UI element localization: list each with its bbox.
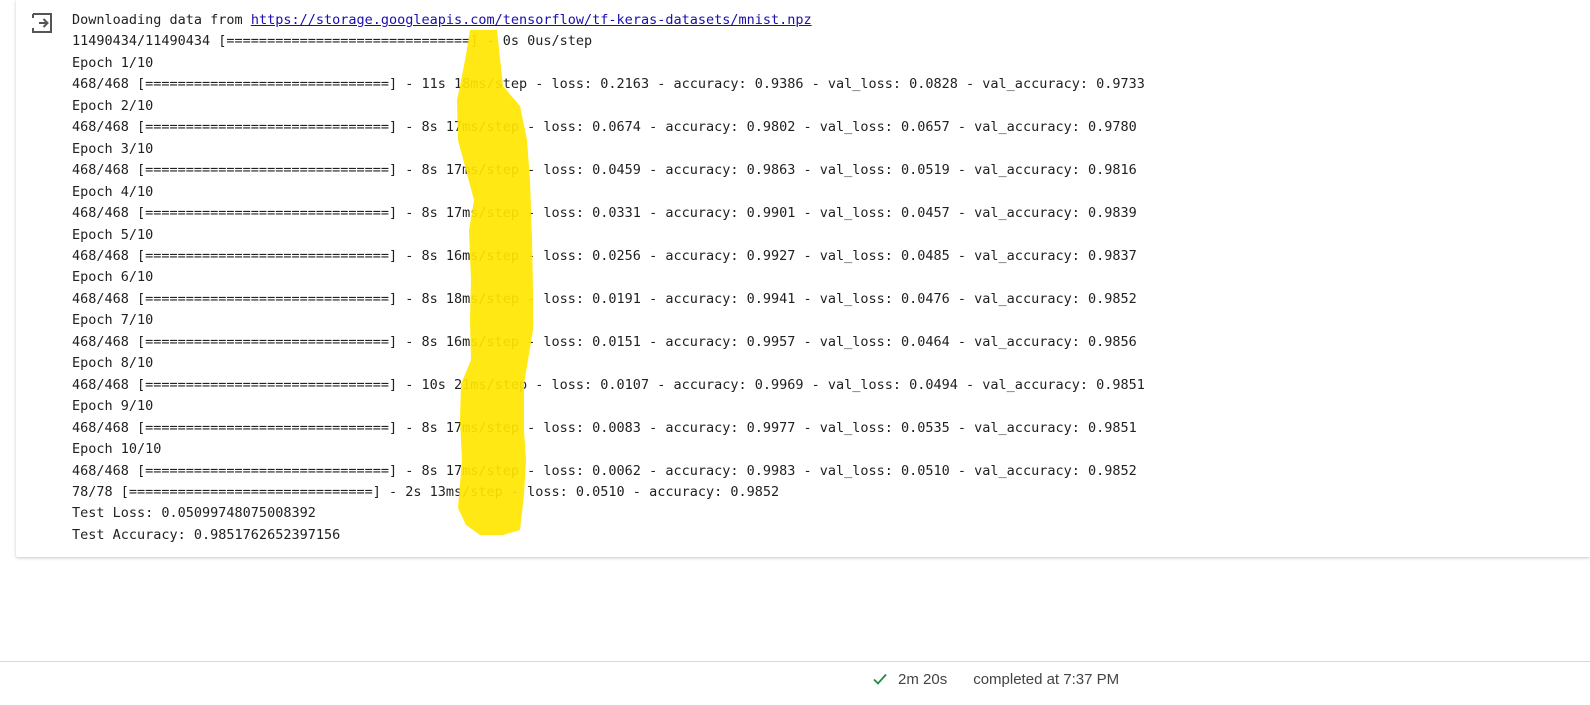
epoch-header: Epoch 4/10 <box>72 183 154 200</box>
epoch-header: Epoch 8/10 <box>72 355 154 372</box>
epoch-header: Epoch 1/10 <box>72 54 154 71</box>
cell-output-text: Downloading data from https://storage.go… <box>72 10 1145 546</box>
evaluate-progress-line: 78/78 [==============================] -… <box>72 483 780 500</box>
epoch-progress-line: 468/468 [==============================]… <box>72 119 1137 136</box>
epoch-progress-line: 468/468 [==============================]… <box>72 205 1137 222</box>
epoch-header: Epoch 2/10 <box>72 97 154 114</box>
epoch-progress-line: 468/468 [==============================]… <box>72 462 1137 479</box>
epoch-header: Epoch 9/10 <box>72 398 154 415</box>
epoch-header: Epoch 5/10 <box>72 226 154 243</box>
epoch-progress-line: 468/468 [==============================]… <box>72 76 1145 93</box>
epoch-progress-line: 468/468 [==============================]… <box>72 290 1137 307</box>
execution-duration[interactable]: 2m 20s <box>898 671 947 688</box>
epoch-progress-line: 468/468 [==============================]… <box>72 419 1137 436</box>
output-redirect-icon[interactable] <box>30 11 54 35</box>
epoch-progress-line: 468/468 [==============================]… <box>72 247 1137 264</box>
check-icon <box>873 673 887 685</box>
epoch-header: Epoch 6/10 <box>72 269 154 286</box>
epoch-progress-line: 468/468 [==============================]… <box>72 376 1145 393</box>
test-accuracy-line: Test Accuracy: 0.9851762652397156 <box>72 526 341 543</box>
dataset-download-link[interactable]: https://storage.googleapis.com/tensorflo… <box>251 12 812 28</box>
status-bar-divider <box>0 661 1590 662</box>
download-prefix: Downloading data from <box>72 12 251 28</box>
completion-time: completed at 7:37 PM <box>973 670 1120 688</box>
test-loss-line: Test Loss: 0.05099748075008392 <box>72 505 316 522</box>
epoch-header: Epoch 10/10 <box>72 441 162 458</box>
epoch-progress-line: 468/468 [==============================]… <box>72 333 1137 350</box>
epoch-header: Epoch 3/10 <box>72 140 154 157</box>
epoch-progress-line: 468/468 [==============================]… <box>72 162 1137 179</box>
download-progress-line: 11490434/11490434 [=====================… <box>72 33 593 50</box>
execution-status-bar: 2m 20s completed at 7:37 PM <box>872 668 1119 690</box>
epoch-header: Epoch 7/10 <box>72 312 154 329</box>
